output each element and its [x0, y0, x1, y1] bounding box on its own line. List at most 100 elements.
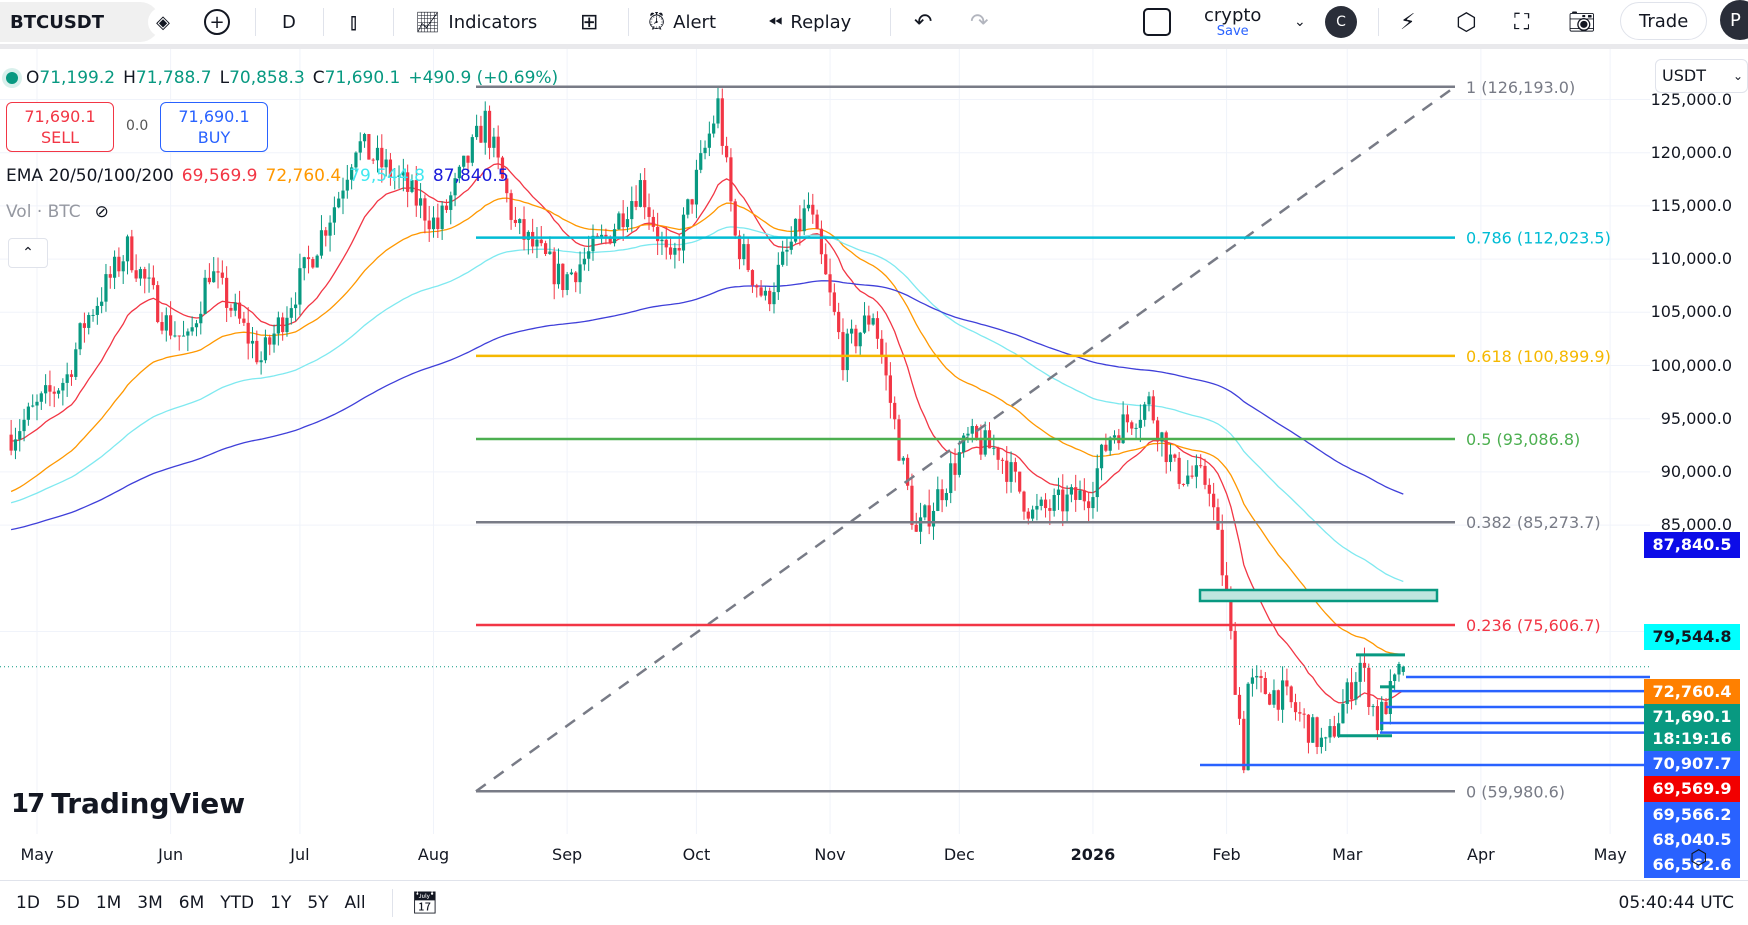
- volume-legend[interactable]: Vol · BTC ⊘: [6, 202, 109, 222]
- collapse-legend-button[interactable]: ⌃: [8, 238, 48, 268]
- layout-square-button[interactable]: [1143, 0, 1171, 44]
- candle-body: [621, 213, 625, 228]
- buy-price: 71,690.1: [178, 107, 250, 126]
- utc-clock[interactable]: 05:40:44 UTC: [1619, 893, 1734, 913]
- settings-button[interactable]: ⬡: [1456, 0, 1477, 44]
- candle-body: [733, 201, 737, 236]
- divider: [255, 8, 256, 36]
- range-5y[interactable]: 5Y: [299, 893, 336, 913]
- candle-body: [1289, 686, 1293, 703]
- candle-body: [1091, 497, 1095, 509]
- screenshot-button[interactable]: 📷︎: [1568, 0, 1596, 44]
- candle-body: [716, 98, 720, 124]
- undo-button[interactable]: ↶: [914, 0, 932, 44]
- candle-body: [1203, 465, 1207, 485]
- axis-settings-button[interactable]: ⬡: [1690, 845, 1707, 869]
- candle-body: [190, 327, 194, 332]
- go-to-date-button[interactable]: 📅︎: [411, 891, 439, 916]
- compare-button[interactable]: ◈: [148, 0, 178, 44]
- range-1y[interactable]: 1Y: [262, 893, 299, 913]
- candle-body: [703, 147, 707, 154]
- change-value: +490.9 (+0.69%): [408, 68, 559, 88]
- square-icon: [1143, 8, 1171, 36]
- indicators-button[interactable]: 📈︎ Indicators: [415, 0, 537, 44]
- ema20-value: 69,569.9: [181, 166, 258, 186]
- candle-body: [763, 290, 767, 296]
- candle-body: [255, 340, 259, 363]
- candle-body: [1233, 630, 1237, 695]
- candle-body: [311, 259, 315, 268]
- trade-button[interactable]: Trade: [1620, 2, 1708, 40]
- profile-button[interactable]: P: [1720, 0, 1748, 40]
- candle-body: [1026, 511, 1030, 519]
- candle-body: [358, 141, 362, 153]
- add-symbol-button[interactable]: +: [204, 0, 230, 44]
- candle-body: [893, 402, 897, 420]
- candle-body: [565, 274, 569, 291]
- divider: [1378, 8, 1379, 36]
- range-3m[interactable]: 3M: [129, 893, 170, 913]
- candle-body: [841, 332, 845, 371]
- price-label: 70,907.7: [1644, 751, 1740, 777]
- candle-body: [1375, 706, 1380, 731]
- candle-body: [194, 323, 199, 328]
- alert-button[interactable]: ⏰︎ Alert: [648, 0, 716, 44]
- range-6m[interactable]: 6M: [171, 893, 212, 913]
- layout-menu-button[interactable]: ⌄: [1294, 0, 1306, 44]
- quick-search-button[interactable]: ⚡︎: [1400, 0, 1415, 44]
- high-label: H: [123, 68, 136, 88]
- open-label: O: [26, 68, 40, 88]
- candle-body: [737, 235, 742, 260]
- candle-body: [418, 198, 423, 206]
- sell-button[interactable]: 71,690.1 SELL: [6, 102, 114, 152]
- replay-button[interactable]: ⏪︎ Replay: [768, 0, 851, 44]
- range-1m[interactable]: 1M: [88, 893, 129, 913]
- candle-body: [69, 374, 74, 377]
- chart-type-button[interactable]: ⫾: [350, 0, 357, 44]
- candle-body: [1043, 499, 1048, 509]
- diamond-icon: ◈: [148, 7, 178, 37]
- interval-button[interactable]: D: [282, 0, 296, 44]
- chevron-down-icon: ⌄: [1294, 14, 1306, 30]
- candle-body: [479, 125, 483, 143]
- redo-button[interactable]: ↷: [970, 0, 988, 44]
- candle-body: [375, 147, 380, 161]
- candle-body: [212, 271, 216, 283]
- undo-icon: ↶: [914, 9, 933, 35]
- range-5d[interactable]: 5D: [48, 893, 88, 913]
- gear-icon: ⬡: [1456, 8, 1477, 36]
- candle-body: [173, 335, 177, 337]
- account-button[interactable]: C: [1325, 0, 1357, 44]
- candle-body: [936, 489, 940, 511]
- eye-hidden-icon[interactable]: ⊘: [95, 202, 109, 222]
- candle-body: [246, 322, 250, 344]
- candle-body: [901, 457, 905, 461]
- range-1d[interactable]: 1D: [8, 893, 48, 913]
- candle-body: [121, 261, 125, 272]
- fullscreen-button[interactable]: ⛶: [1514, 0, 1529, 44]
- candle-body: [156, 285, 160, 323]
- candle-body: [1181, 483, 1186, 485]
- candle-body: [806, 204, 811, 209]
- layout-name-button[interactable]: crypto Save: [1204, 0, 1261, 44]
- currency-select[interactable]: USDT ⌄: [1655, 59, 1748, 93]
- candle-body: [1285, 680, 1289, 687]
- ema-legend[interactable]: EMA 20/50/100/200 69,569.9 72,760.4 79,5…: [6, 166, 509, 186]
- candle-body: [694, 169, 699, 205]
- range-all[interactable]: All: [337, 893, 374, 913]
- candle-body: [776, 264, 780, 293]
- trade-label: Trade: [1639, 10, 1689, 32]
- layouts-button[interactable]: ⊞: [580, 0, 598, 44]
- price-tick: 120,000.0: [1650, 142, 1732, 162]
- candle-body: [1138, 419, 1142, 428]
- time-label: May: [20, 845, 54, 864]
- candle-body: [1250, 677, 1255, 684]
- range-ytd[interactable]: YTD: [212, 893, 262, 913]
- time-label: Aug: [417, 845, 450, 864]
- alarm-clock-icon: ⏰︎: [648, 9, 666, 35]
- symbol-search-button[interactable]: BTCUSDT: [0, 2, 160, 42]
- candle-body: [1031, 509, 1035, 519]
- buy-button[interactable]: 71,690.1 BUY: [160, 102, 268, 152]
- divider: [391, 889, 393, 917]
- candle-body: [677, 247, 681, 251]
